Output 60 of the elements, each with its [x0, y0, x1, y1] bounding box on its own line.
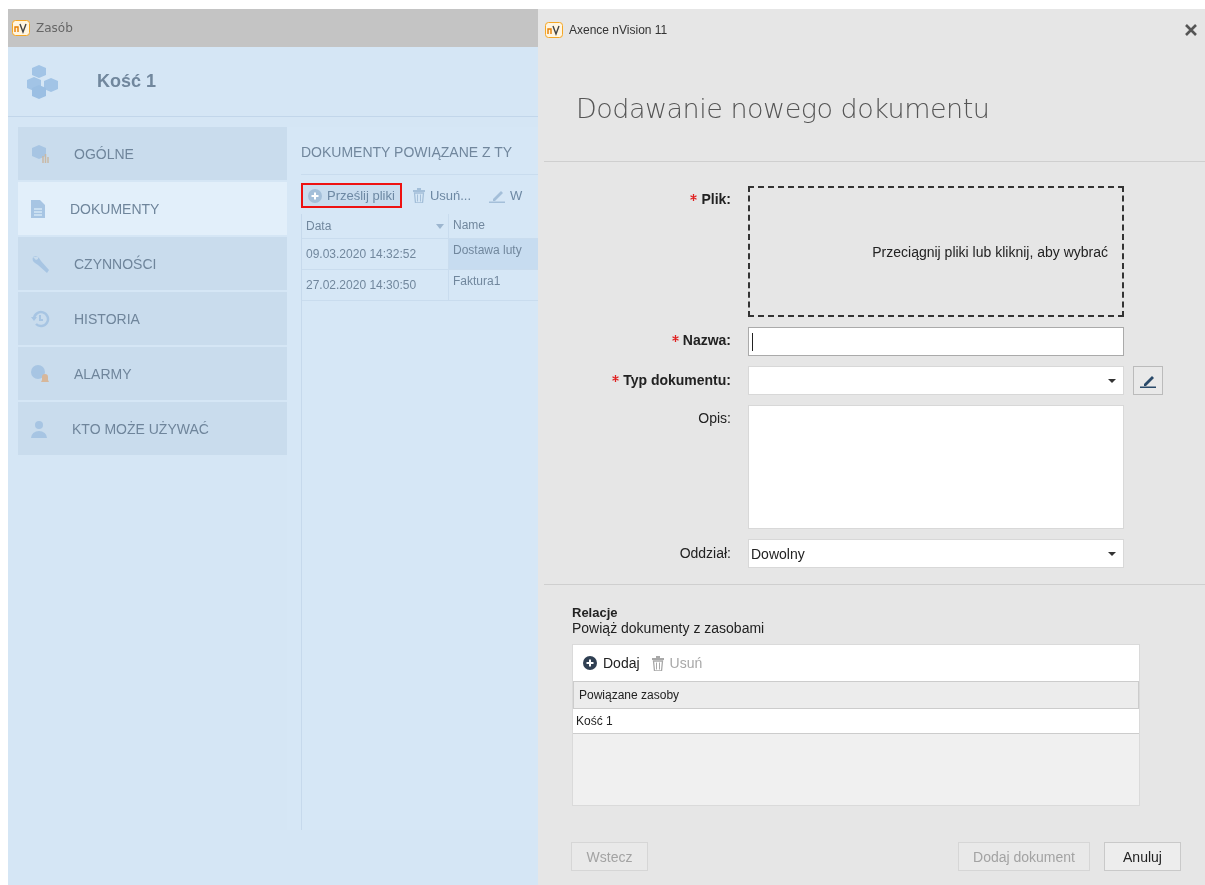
history-icon [30, 308, 50, 329]
nav-item[interactable]: HISTORIA [18, 292, 287, 345]
toolbar-button[interactable]: Prześlij pliki [301, 183, 402, 208]
app-logo-icon [12, 20, 30, 36]
field-label: Oddział: [678, 544, 732, 561]
trash-icon [651, 655, 664, 671]
person-icon [30, 419, 48, 438]
resource-name: Kość 1 [97, 71, 157, 92]
edit-button[interactable] [1133, 366, 1163, 395]
dropdown-arrow-icon [1108, 378, 1116, 383]
nav-label: ALARMY [74, 365, 132, 382]
section-subtitle: Powiąż dokumenty z zasobami [572, 620, 766, 636]
box-chart-icon [30, 143, 50, 164]
nav-label: HISTORIA [74, 310, 140, 327]
close-icon [1185, 24, 1197, 36]
description-text-area[interactable] [748, 405, 1124, 529]
nav-item[interactable]: OGÓLNE [18, 127, 287, 180]
pencil-icon [489, 188, 506, 203]
plus-circle-icon [583, 656, 597, 670]
nav-label: DOKUMENTY [70, 200, 160, 217]
section-title: Relacje [572, 605, 619, 620]
document-icon [30, 198, 46, 219]
dropdown-value: Dowolny [751, 545, 805, 562]
table-cell: 27.02.2020 14:30:50 [302, 270, 449, 300]
dropdown-field[interactable]: Dowolny [748, 539, 1124, 568]
plus-circle-icon [308, 188, 322, 203]
nav-item[interactable]: KTO MOŻE UŻYWAĆ [18, 402, 287, 455]
field-label: Nazwa: [544, 327, 748, 348]
dialog-heading: Dodawanie nowego dokumentu [544, 51, 1205, 162]
name-input-field[interactable] [748, 327, 1124, 356]
toolbar-button[interactable]: W [482, 183, 530, 208]
field-label: Opis: [697, 409, 732, 426]
nav-label: OGÓLNE [74, 145, 134, 162]
nav-label: KTO MOŻE UŻYWAĆ [72, 420, 209, 437]
dialog-button[interactable]: Anuluj [1104, 842, 1181, 871]
table-cell-text: Faktura1 [452, 273, 502, 290]
file-drop-zone[interactable]: Przeciągnij pliki lub kliknij, aby wybrać [748, 186, 1124, 317]
field-label: Typ dokumentu: [544, 366, 748, 388]
table-cell: Dostawa luty [449, 239, 538, 269]
nav-item[interactable]: ALARMY [18, 347, 287, 400]
window-title: Zasób [36, 21, 73, 35]
dropdown-field[interactable] [748, 366, 1124, 395]
nav-item[interactable]: CZYNNOŚCI [18, 237, 287, 290]
drop-zone-hint: Przeciągnij pliki lub kliknij, aby wybrać [872, 243, 1108, 260]
app-logo-icon [545, 22, 563, 38]
nav-label: CZYNNOŚCI [74, 255, 157, 272]
table-cell: Kość 1 [573, 709, 1139, 734]
globe-bell-icon [30, 363, 50, 384]
wrench-icon [30, 253, 50, 274]
trash-icon [412, 188, 425, 203]
column-header[interactable]: Powiązane zasoby [573, 681, 1139, 709]
field-label: Plik: [544, 186, 748, 207]
pencil-icon [1140, 373, 1156, 388]
column-header[interactable]: Name [449, 214, 538, 238]
window-title: Axence nVision 11 [569, 23, 669, 37]
toolbar-button[interactable]: Dodaj [581, 655, 642, 671]
dropdown-arrow-icon [1108, 551, 1116, 556]
toolbar-button[interactable]: Usuń... [405, 183, 479, 208]
nav-item[interactable]: DOKUMENTY [18, 182, 287, 235]
column-header[interactable]: Data [302, 214, 449, 238]
